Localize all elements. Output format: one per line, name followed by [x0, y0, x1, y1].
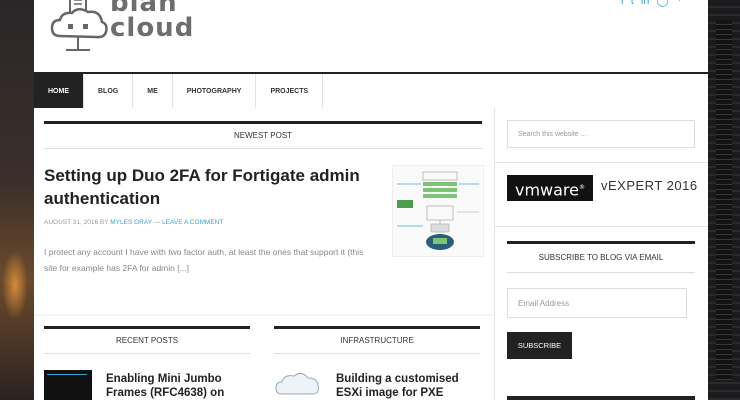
recent-posts-widget: RECENT POSTS Enabling Mini Jumbo Frames … — [34, 316, 265, 400]
sidebar-next-widget-border — [507, 396, 695, 400]
post-author-link[interactable]: MYLES GRAY — [110, 219, 152, 226]
social-links: f t in ◯ ◝ — [621, 0, 680, 8]
github-icon[interactable]: ◯ — [656, 0, 668, 8]
facebook-icon[interactable]: f — [621, 0, 624, 8]
post-meta: AUGUST 31, 2016 BY MYLES GRAY — LEAVE A … — [44, 219, 223, 226]
email-field[interactable]: Email Address — [507, 288, 687, 318]
background-right — [708, 0, 740, 400]
nav-item-home[interactable]: HOME — [34, 74, 84, 110]
vmware-logo: vmware® — [507, 175, 593, 201]
post-excerpt: I protect any account I have with two fa… — [44, 247, 364, 273]
post-by: BY — [99, 219, 109, 226]
infrastructure-heading: INFRASTRUCTURE — [274, 326, 480, 354]
sidebar-divider — [495, 162, 708, 163]
cloud-plug-icon — [50, 0, 108, 51]
subscribe-button[interactable]: SUBSCRIBE — [507, 332, 572, 359]
infrastructure-widget: INFRASTRUCTURE Building a customised ESX… — [264, 316, 494, 400]
sidebar: Search this website ... vmware® vEXPERT … — [495, 108, 708, 400]
primary-nav: HOME BLOG ME PHOTOGRAPHY PROJECTS — [34, 72, 708, 111]
sidebar-divider — [495, 226, 708, 227]
newest-post-widget: NEWEST POST Setting up Duo 2FA for Forti… — [34, 108, 494, 314]
featured-columns: RECENT POSTS Enabling Mini Jumbo Frames … — [34, 316, 494, 400]
main-content: NEWEST POST Setting up Duo 2FA for Forti… — [34, 108, 495, 400]
post-title[interactable]: Setting up Duo 2FA for Fortigate admin a… — [44, 164, 384, 210]
diagram-thumbnail-icon — [397, 171, 479, 250]
infrastructure-post-title[interactable]: Building a customised ESXi image for PXE — [336, 372, 476, 400]
search-input[interactable]: Search this website ... — [507, 120, 695, 148]
logo-text-line2: cloud — [110, 13, 195, 43]
cloud-icon[interactable] — [274, 370, 322, 400]
meta-dash: — — [153, 219, 161, 226]
newest-post-heading: NEWEST POST — [44, 121, 482, 149]
nav-item-me[interactable]: ME — [133, 74, 173, 110]
site-header: blah cloud f t in ◯ ◝ — [34, 0, 708, 72]
recent-posts-heading: RECENT POSTS — [44, 326, 250, 354]
nav-item-blog[interactable]: BLOG — [84, 74, 134, 110]
vexpert-badge: vEXPERT 2016 — [601, 178, 698, 193]
nav-item-photography[interactable]: PHOTOGRAPHY — [173, 74, 257, 110]
feed-icon[interactable]: ◝ — [676, 0, 680, 8]
leave-comment-link[interactable]: LEAVE A COMMENT — [162, 219, 223, 226]
nav-item-projects[interactable]: PROJECTS — [256, 74, 324, 110]
post-date: AUGUST 31, 2016 — [44, 219, 99, 226]
recent-post-title[interactable]: Enabling Mini Jumbo Frames (RFC4638) on — [106, 372, 246, 400]
twitter-icon[interactable]: t — [631, 0, 634, 8]
subscribe-heading: SUBSCRIBE TO BLOG VIA EMAIL — [507, 241, 695, 273]
vmware-logo-text: vmware — [514, 180, 579, 200]
site-logo[interactable]: blah cloud — [48, 0, 218, 52]
linkedin-icon[interactable]: in — [641, 0, 650, 8]
post-thumbnail[interactable] — [392, 165, 484, 257]
background-left — [0, 0, 34, 400]
page: blah cloud f t in ◯ ◝ HOME BLOG ME PHOTO… — [34, 0, 708, 400]
recent-post-thumbnail[interactable] — [44, 370, 92, 400]
